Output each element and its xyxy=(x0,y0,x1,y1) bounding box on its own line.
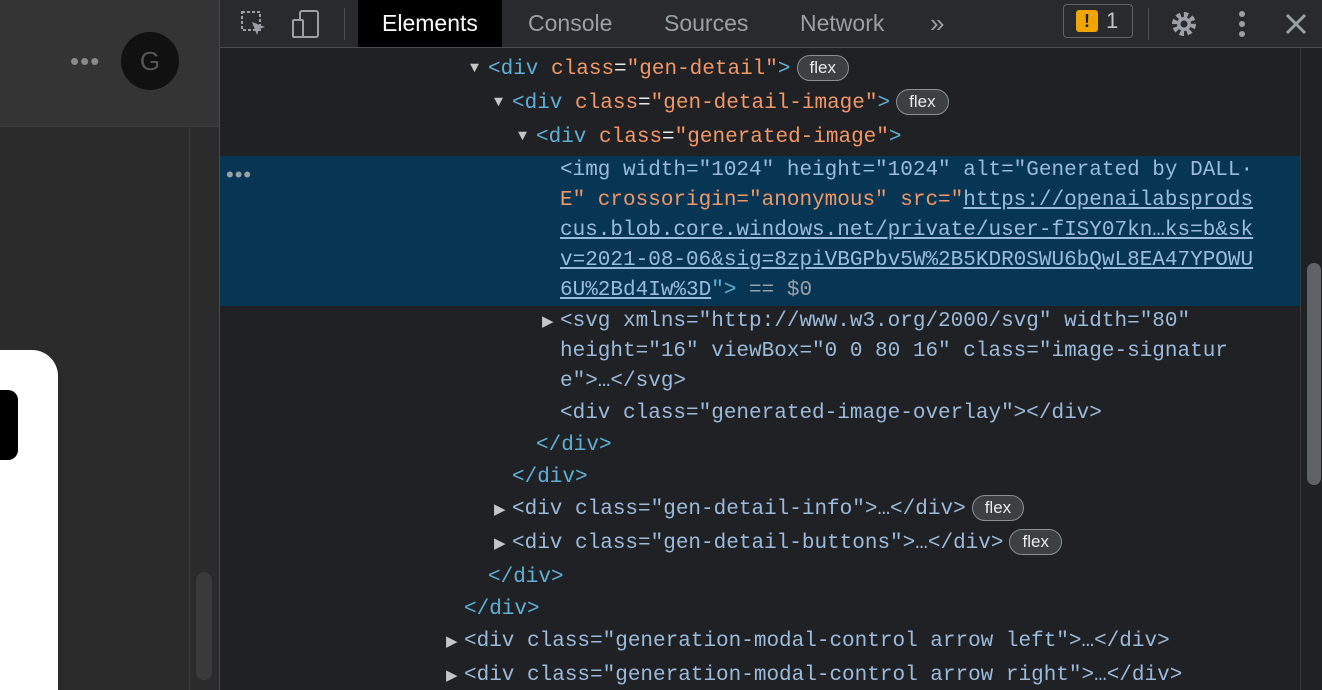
page-header: ••• G xyxy=(0,0,219,127)
dom-node-gen-detail-buttons[interactable]: <div class="gen-detail-buttons">…</div> f… xyxy=(512,529,1062,559)
device-toolbar-icon[interactable] xyxy=(290,8,322,40)
dom-close-tag[interactable]: </div> xyxy=(536,431,612,461)
img-src-link[interactable]: https://openailabsprods xyxy=(963,189,1253,212)
tag-close: > xyxy=(877,92,891,115)
dom-node-gen-detail-image[interactable]: <div class="gen-detail-image"> flex xyxy=(512,89,949,119)
img-attrs: E" crossorigin="anonymous" src=" xyxy=(560,189,964,212)
expand-toggle-icon[interactable]: ▶ xyxy=(446,632,458,651)
attr-name: class xyxy=(575,92,639,115)
dom-node-svg-line-3[interactable]: e">…</svg> xyxy=(560,367,686,397)
dom-close-tag[interactable]: </div> xyxy=(464,595,540,625)
modal-element xyxy=(0,390,18,460)
tag-name: <div xyxy=(536,126,587,149)
node-text: <div class="gen-detail-buttons">…</div> xyxy=(512,532,1004,555)
expand-toggle-icon[interactable]: ▶ xyxy=(542,312,554,331)
devtools-toolbar: Elements Console Sources Network » ! 1 xyxy=(220,0,1322,48)
expand-toggle-icon[interactable]: ▼ xyxy=(470,60,479,77)
more-tabs-button[interactable]: » xyxy=(930,0,944,47)
img-src-link[interactable]: v=2021-08-06&sig=8zpiVBGPbv5W%2B5KDR0SWU… xyxy=(560,246,1253,276)
dom-node-gen-detail-info[interactable]: <div class="gen-detail-info">…</div> flex xyxy=(512,495,1025,525)
devtools-scrollbar-thumb[interactable] xyxy=(1307,263,1321,485)
dom-close-tag[interactable]: </div> xyxy=(488,563,564,593)
attr-value: "generated-image" xyxy=(674,126,889,149)
flex-badge[interactable]: flex xyxy=(796,55,849,82)
attr-name: class xyxy=(599,126,663,149)
gear-icon[interactable] xyxy=(1168,8,1200,40)
dom-node-overlay[interactable]: <div class="generated-image-overlay"></d… xyxy=(560,399,1102,429)
node-text: <div class="gen-detail-info">…</div> xyxy=(512,498,966,521)
node-actions-button[interactable]: ••• xyxy=(226,162,252,188)
page-background: ••• G xyxy=(0,0,219,690)
inspect-element-icon[interactable] xyxy=(238,8,270,40)
avatar[interactable]: G xyxy=(121,32,179,90)
toolbar-separator xyxy=(344,8,345,40)
tag-name: <div xyxy=(488,58,539,81)
flex-badge[interactable]: flex xyxy=(896,89,949,116)
page-divider xyxy=(189,126,190,690)
tab-elements[interactable]: Elements xyxy=(358,0,502,47)
expand-toggle-icon[interactable]: ▼ xyxy=(518,128,527,145)
toolbar-separator xyxy=(1148,8,1149,40)
tab-network[interactable]: Network xyxy=(800,0,884,47)
dom-node-img-line-1[interactable]: <img width="1024" height="1024" alt="Gen… xyxy=(560,156,1253,186)
tag-close: > xyxy=(888,126,902,149)
issues-count: 1 xyxy=(1106,8,1119,33)
dom-node-arrow-left[interactable]: <div class="generation-modal-control arr… xyxy=(464,627,1170,657)
tab-sources[interactable]: Sources xyxy=(664,0,748,47)
attr-value: "gen-detail-image" xyxy=(650,92,878,115)
img-src-link[interactable]: cus.blob.core.windows.net/private/user-f… xyxy=(560,216,1253,246)
warning-icon: ! xyxy=(1076,10,1098,32)
dom-node-generated-image[interactable]: <div class="generated-image"> xyxy=(536,123,902,153)
tag-name: <div xyxy=(512,92,563,115)
attr-name: class xyxy=(551,58,615,81)
flex-badge[interactable]: flex xyxy=(971,495,1025,522)
dom-node-arrow-right[interactable]: <div class="generation-modal-control arr… xyxy=(464,661,1182,690)
tag-close: "> xyxy=(711,279,737,302)
close-icon[interactable] xyxy=(1280,8,1312,40)
issues-badge[interactable]: ! 1 xyxy=(1063,4,1133,38)
img-src-link[interactable]: 6U%2Bd4Iw%3D xyxy=(560,279,711,302)
expand-toggle-icon[interactable]: ▶ xyxy=(494,534,506,553)
console-ref: == $0 xyxy=(736,279,813,302)
expand-toggle-icon[interactable]: ▶ xyxy=(446,666,458,685)
page-scrollbar[interactable] xyxy=(196,572,212,680)
devtools-panel: Elements Console Sources Network » ! 1 •… xyxy=(219,0,1322,690)
attr-value: "gen-detail" xyxy=(626,58,778,81)
avatar-letter: G xyxy=(139,45,161,76)
dom-node-img-line-2[interactable]: E" crossorigin="anonymous" src="https://… xyxy=(560,186,1253,216)
dom-node-gen-detail[interactable]: <div class="gen-detail"> flex xyxy=(488,55,849,85)
expand-toggle-icon[interactable]: ▶ xyxy=(494,500,506,519)
dom-close-tag[interactable]: </div> xyxy=(512,463,588,493)
dom-tree: ••• ▼ <div class="gen-detail"> flex ▼ <di… xyxy=(220,48,1300,690)
tag-close: > xyxy=(777,58,791,81)
flex-badge[interactable]: flex xyxy=(1009,529,1062,556)
more-options-button[interactable]: ••• xyxy=(70,46,100,77)
dom-node-svg-line-1[interactable]: <svg xmlns="http://www.w3.org/2000/svg" … xyxy=(560,307,1190,337)
dom-node-img-line-5[interactable]: 6U%2Bd4Iw%3D"> == $0 xyxy=(560,276,812,306)
kebab-menu-icon[interactable] xyxy=(1226,8,1258,40)
tab-console[interactable]: Console xyxy=(528,0,612,47)
expand-toggle-icon[interactable]: ▼ xyxy=(494,94,503,111)
dom-node-svg-line-2[interactable]: height="16" viewBox="0 0 80 16" class="i… xyxy=(560,337,1228,367)
